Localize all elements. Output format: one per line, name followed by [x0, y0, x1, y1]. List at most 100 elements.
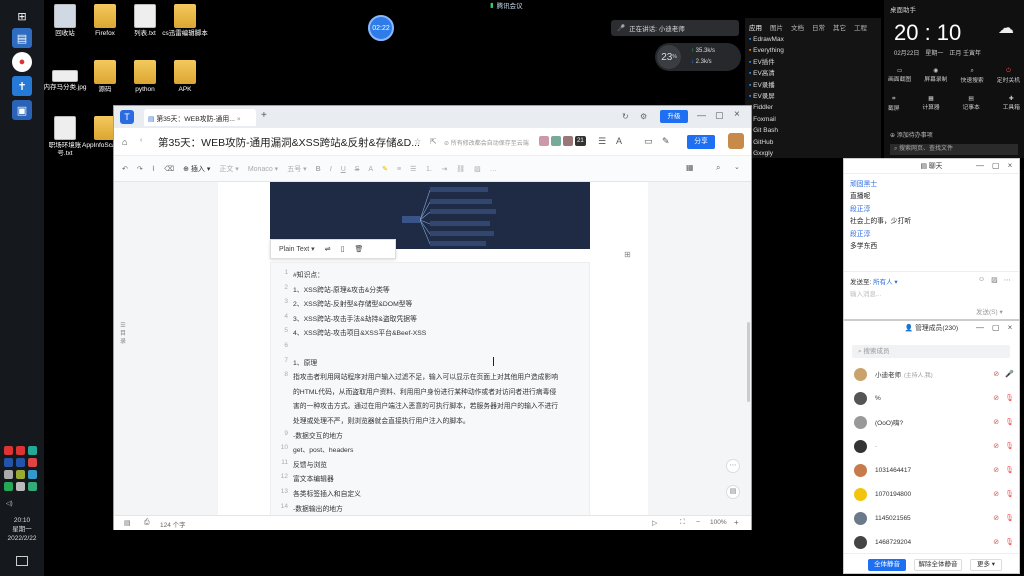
move-icon[interactable]: ⇱ — [430, 137, 437, 146]
home-icon[interactable]: ⌂ — [122, 137, 127, 147]
font-size-select[interactable]: 五号 ▾ — [287, 164, 306, 174]
ordered-list-icon[interactable]: ⒈ — [425, 164, 432, 174]
chat-input[interactable]: 输入消息... — [850, 288, 881, 298]
camera-off-icon[interactable]: ⊘ — [993, 442, 999, 450]
chevron-down-icon[interactable]: ⌄ — [734, 163, 740, 171]
member-row[interactable]: 1145021565 ⊘ 🎙 — [854, 509, 1014, 527]
close-button[interactable]: × — [1008, 161, 1013, 170]
camera-off-icon[interactable]: ⊘ — [993, 418, 999, 426]
mic-off-icon[interactable]: 🎙 — [1005, 490, 1014, 498]
mic-off-icon[interactable]: 🎙 — [1005, 418, 1014, 426]
redo-icon[interactable]: ↷ — [137, 165, 143, 173]
link-icon[interactable]: ⛓ — [456, 165, 465, 173]
member-row[interactable]: 小迪老师 (主持人,我) ⊘ 🎤 — [854, 365, 1014, 383]
present-icon[interactable]: ▭ — [644, 136, 653, 147]
table-icon[interactable]: ▦ — [686, 163, 694, 172]
back-icon[interactable]: ‹ — [140, 137, 142, 144]
screenshot-button[interactable]: ▭ 画面截图 — [888, 68, 911, 84]
camera-off-icon[interactable]: ⊘ — [993, 538, 999, 546]
desktop-icon-cs[interactable]: cs迅雷编辑脚本 — [162, 4, 208, 38]
more-icon[interactable]: ⋯ — [1004, 276, 1011, 284]
list-icon[interactable]: ☰ — [410, 165, 416, 173]
tab-project[interactable]: 工程 — [854, 22, 867, 32]
volume-icon[interactable]: ◁) — [6, 500, 13, 507]
camera-off-icon[interactable]: ⊘ — [993, 466, 999, 474]
image-icon[interactable]: ▨ — [474, 165, 481, 173]
tab-images[interactable]: 图片 — [770, 22, 783, 32]
add-todo[interactable]: ⊕ 添加待办事项 — [890, 130, 933, 139]
chrome-icon[interactable]: ● — [12, 52, 32, 72]
app-icon[interactable]: ✝ — [12, 76, 32, 96]
record-button[interactable]: ◉ 屏幕录制 — [924, 68, 947, 84]
wrap-icon[interactable]: ⇌ — [325, 245, 331, 253]
app-item[interactable]: ▪ EV录播 — [749, 80, 784, 91]
strikethrough-icon[interactable]: S — [355, 166, 360, 173]
mic-off-icon[interactable]: 🎙 — [1005, 442, 1014, 450]
paragraph-style-select[interactable]: 正文 ▾ — [219, 164, 238, 174]
zoom-out-button[interactable]: − — [696, 519, 700, 526]
member-row[interactable]: 1070194800 ⊘ 🎙 — [854, 485, 1014, 503]
mic-off-icon[interactable]: 🎙 — [1005, 394, 1014, 402]
app-item[interactable]: ▪ Fiddler — [749, 102, 784, 113]
member-row[interactable]: % ⊘ 🎙 — [854, 389, 1014, 407]
member-search-input[interactable]: ⌕ 搜索成员 — [852, 345, 1010, 358]
app-item[interactable]: ▪ GitHub — [749, 137, 784, 148]
outline-toggle[interactable]: ☰ 目录 — [118, 322, 128, 346]
member-row[interactable]: · ⊘ 🎙 — [854, 437, 1014, 455]
crop-button[interactable]: ⌗ 截屏 — [888, 96, 900, 112]
more-icon[interactable]: … — [490, 166, 497, 173]
minimize-button[interactable]: — — [976, 323, 984, 332]
app-item[interactable]: ▪ Git Bash — [749, 125, 784, 136]
app-item[interactable]: ▪ EV插件 — [749, 57, 784, 68]
mic-on-icon[interactable]: 🎤 — [1005, 370, 1014, 378]
doc-title[interactable]: 第35天：WEB攻防-通用漏洞&XSS跨站&反射&存储&D... — [158, 135, 420, 150]
font-family-select[interactable]: Monaco ▾ — [248, 165, 278, 173]
camera-off-icon[interactable]: ⊘ — [993, 394, 999, 402]
camera-off-icon[interactable]: ⊘ — [993, 490, 999, 498]
format-painter-icon[interactable]: ⌇ — [152, 165, 155, 173]
delete-icon[interactable]: 🗑 — [354, 245, 363, 253]
send-button[interactable]: 发送(S) ▾ — [976, 306, 1003, 316]
app-item[interactable]: ▪ EV高清 — [749, 68, 784, 79]
start-icon[interactable]: ⊞ — [12, 6, 32, 26]
maximize-button[interactable]: ▢ — [715, 110, 724, 121]
indent-icon[interactable]: ⇥ — [441, 165, 447, 173]
bold-icon[interactable]: B — [316, 166, 321, 173]
doc-tab[interactable]: ▤ 第35天：WEB攻防-通用... × — [144, 109, 256, 126]
mute-all-button[interactable]: 全体静音 — [868, 559, 906, 571]
desktop-icon-apk[interactable]: APK — [162, 60, 208, 94]
close-button[interactable]: × — [1008, 323, 1013, 332]
add-block-icon[interactable]: ⊞ — [624, 250, 631, 259]
meeting-timer[interactable]: 02:22 — [368, 15, 394, 41]
print-icon[interactable]: ⎙ — [144, 519, 150, 527]
shutdown-timer-button[interactable]: ⏻ 定时关机 — [997, 68, 1020, 84]
app-item[interactable]: ▪ EdrawMax — [749, 34, 784, 45]
emoji-icon[interactable]: ☺ — [978, 276, 985, 284]
underline-icon[interactable]: U — [341, 166, 346, 173]
align-icon[interactable]: ≡ — [397, 166, 401, 173]
collaborator-avatars[interactable]: 21 — [539, 136, 586, 146]
share-button[interactable]: 分享 — [687, 135, 715, 149]
toolbox-button[interactable]: ✚ 工具箱 — [1003, 96, 1020, 112]
search-icon[interactable]: ⌕ — [716, 163, 720, 173]
scrollbar[interactable] — [747, 322, 750, 402]
minimize-button[interactable]: — — [976, 161, 984, 170]
more-options-icon[interactable]: ⋯ — [726, 459, 740, 473]
tab-docs[interactable]: 文档 — [791, 22, 804, 32]
more-button[interactable]: 更多 ▾ — [970, 559, 1002, 571]
calculator-button[interactable]: ▦ 计算器 — [922, 96, 939, 112]
image-icon[interactable]: ▨ — [991, 276, 998, 284]
comments-panel-icon[interactable]: ▤ — [726, 485, 740, 499]
notification-icon[interactable] — [16, 556, 28, 566]
mic-off-icon[interactable]: 🎙 — [1005, 514, 1014, 522]
outline-icon[interactable]: ▤ — [124, 519, 131, 527]
zoom-level[interactable]: 100% — [710, 519, 727, 526]
tab-apps[interactable]: 应用 — [749, 22, 762, 32]
app-item[interactable]: ▪ Foxmail — [749, 114, 784, 125]
italic-icon[interactable]: I — [330, 166, 332, 173]
app-item[interactable]: ▪ Everything — [749, 45, 784, 56]
meeting-icon[interactable]: ▣ — [12, 100, 32, 120]
app-item[interactable]: ▪ Gxxgly — [749, 148, 784, 159]
meeting-bar[interactable]: ▮ 腾讯会议 — [490, 0, 550, 10]
new-tab-button[interactable]: + — [261, 110, 267, 121]
